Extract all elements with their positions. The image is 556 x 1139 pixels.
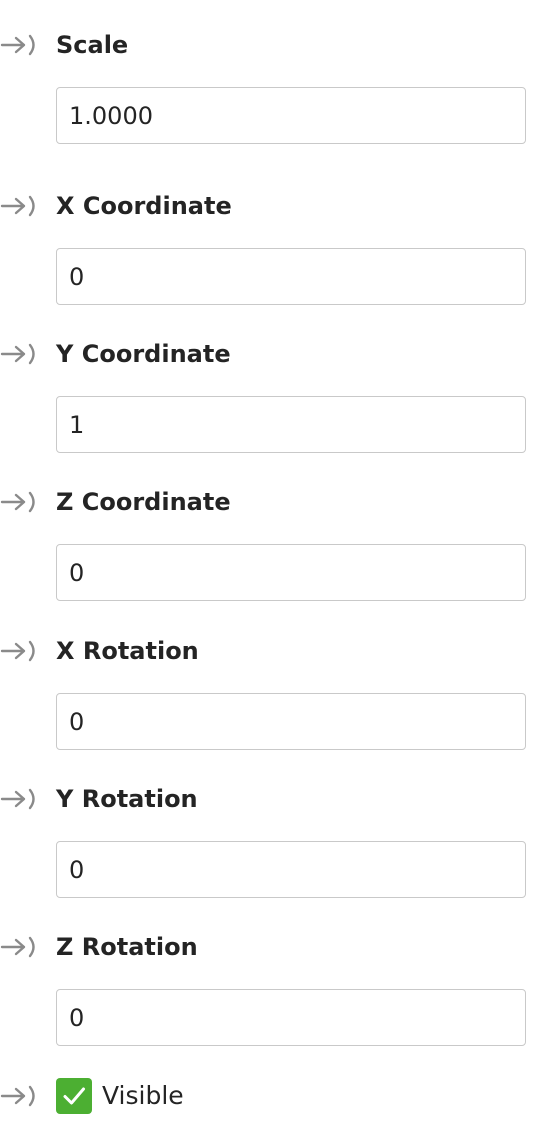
- scale-input[interactable]: [56, 87, 526, 144]
- arrow-socket-icon[interactable]: [0, 194, 40, 218]
- arrow-socket-icon[interactable]: [0, 787, 40, 811]
- y-coordinate-input[interactable]: [56, 396, 526, 453]
- arrow-socket-icon[interactable]: [0, 1084, 40, 1108]
- field-label: X Coordinate: [56, 192, 232, 220]
- z-rotation-input[interactable]: [56, 989, 526, 1046]
- arrow-socket-icon[interactable]: [0, 33, 40, 57]
- arrow-socket-icon[interactable]: [0, 342, 40, 366]
- arrow-socket-icon[interactable]: [0, 490, 40, 514]
- field-label: Z Rotation: [56, 933, 198, 961]
- field-label: X Rotation: [56, 637, 199, 665]
- x-rotation-input[interactable]: [56, 693, 526, 750]
- z-coordinate-input[interactable]: [56, 544, 526, 601]
- checkmark-icon: [63, 1087, 85, 1105]
- arrow-socket-icon[interactable]: [0, 639, 40, 663]
- visible-checkbox[interactable]: [56, 1078, 92, 1114]
- x-coordinate-input[interactable]: [56, 248, 526, 305]
- visible-label: Visible: [102, 1081, 184, 1110]
- field-label: Scale: [56, 31, 129, 59]
- field-label: Y Coordinate: [56, 340, 231, 368]
- field-label: Z Coordinate: [56, 488, 231, 516]
- arrow-socket-icon[interactable]: [0, 935, 40, 959]
- field-label: Y Rotation: [56, 785, 198, 813]
- y-rotation-input[interactable]: [56, 841, 526, 898]
